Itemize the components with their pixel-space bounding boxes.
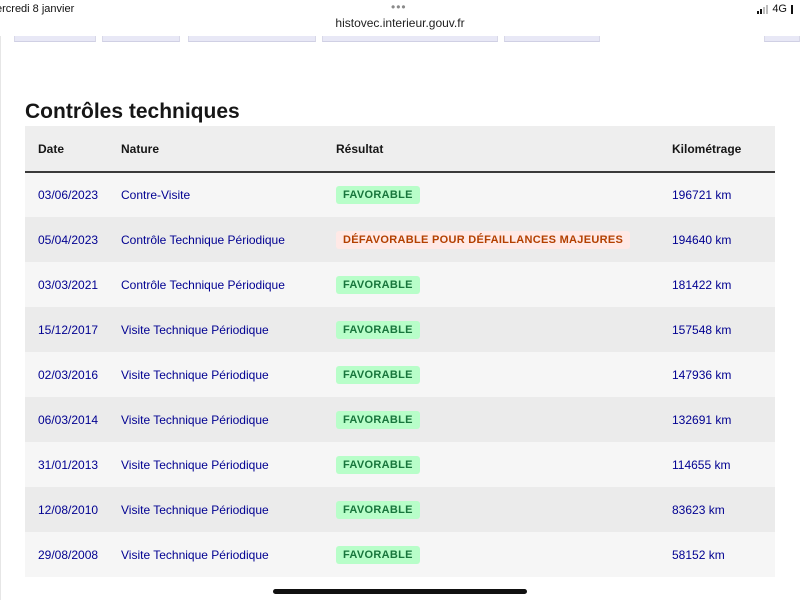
table-row: 31/01/2013 Visite Technique Périodique FAV… bbox=[25, 442, 775, 487]
cell-result: FAVORABLE bbox=[336, 352, 672, 397]
cell-nature: Visite Technique Périodique bbox=[121, 547, 269, 562]
header-date: Date bbox=[25, 126, 121, 173]
controles-techniques-table: Date Nature Résultat Kilométrage 03/06/2… bbox=[25, 126, 775, 577]
cell-date: 29/08/2008 bbox=[38, 547, 99, 562]
header-nature: Nature bbox=[121, 126, 336, 173]
address-bar[interactable]: histovec.interieur.gouv.fr bbox=[0, 16, 800, 36]
home-indicator[interactable] bbox=[273, 589, 527, 594]
tab-fragment[interactable] bbox=[764, 36, 800, 42]
cell-date: 31/01/2013 bbox=[38, 457, 99, 472]
status-indicators: 4G bbox=[757, 3, 796, 15]
cell-nature: Visite Technique Périodique bbox=[121, 412, 269, 427]
cell-date: 06/03/2014 bbox=[38, 412, 99, 427]
cell-result: FAVORABLE bbox=[336, 532, 672, 577]
cell-result: FAVORABLE bbox=[336, 442, 672, 487]
cell-nature: Visite Technique Périodique bbox=[121, 322, 269, 337]
result-badge-favorable: FAVORABLE bbox=[336, 186, 420, 204]
table-row: 03/03/2021 Contrôle Technique Périodique F… bbox=[25, 262, 775, 307]
cell-result: DÉFAVORABLE POUR DÉFAILLANCES MAJEURES bbox=[336, 217, 672, 262]
signal-icon bbox=[757, 4, 769, 14]
tab-strip bbox=[0, 36, 800, 44]
status-date: ercredi 8 janvier bbox=[0, 3, 75, 15]
cell-result: FAVORABLE bbox=[336, 307, 672, 352]
result-badge-favorable: FAVORABLE bbox=[336, 410, 420, 429]
tab-fragment[interactable] bbox=[188, 36, 316, 42]
cell-nature: Visite Technique Périodique bbox=[121, 502, 269, 517]
cell-date: 03/03/2021 bbox=[38, 277, 99, 292]
cell-result: FAVORABLE bbox=[336, 172, 672, 217]
cell-result: FAVORABLE bbox=[336, 487, 672, 532]
table-row: 05/04/2023 Contrôle Technique Périodique D… bbox=[25, 217, 775, 262]
cell-nature: Contre-Visite bbox=[121, 188, 191, 202]
cell-km: 147936 km bbox=[672, 367, 732, 382]
tab-fragment[interactable] bbox=[14, 36, 96, 42]
tab-fragment[interactable] bbox=[102, 36, 180, 42]
cell-km: 83623 km bbox=[672, 502, 725, 517]
cell-km: 196721 km bbox=[672, 188, 732, 202]
header-km: Kilométrage bbox=[672, 126, 775, 173]
header-result: Résultat bbox=[336, 126, 672, 173]
cell-km: 132691 km bbox=[672, 412, 732, 427]
cell-date: 12/08/2010 bbox=[38, 502, 99, 517]
cell-km: 181422 km bbox=[672, 277, 732, 292]
cell-nature: Visite Technique Périodique bbox=[121, 457, 269, 472]
tab-fragment[interactable] bbox=[322, 36, 498, 42]
battery-icon bbox=[791, 4, 796, 14]
cell-result: FAVORABLE bbox=[336, 397, 672, 442]
tab-fragment[interactable] bbox=[504, 36, 600, 42]
result-badge-defavorable: DÉFAVORABLE POUR DÉFAILLANCES MAJEURES bbox=[336, 230, 631, 249]
table-row: 12/08/2010 Visite Technique Périodique FAV… bbox=[25, 487, 775, 532]
table-row: 06/03/2014 Visite Technique Périodique FAV… bbox=[25, 397, 775, 442]
result-badge-favorable: FAVORABLE bbox=[336, 365, 420, 384]
result-badge-favorable: FAVORABLE bbox=[336, 455, 420, 474]
cell-km: 157548 km bbox=[672, 322, 732, 337]
cell-date: 03/06/2023 bbox=[38, 188, 99, 202]
cell-nature: Contrôle Technique Périodique bbox=[121, 232, 285, 247]
table-row: 29/08/2008 Visite Technique Périodique FAV… bbox=[25, 532, 775, 577]
cell-nature: Contrôle Technique Périodique bbox=[121, 277, 285, 292]
table-header-row: Date Nature Résultat Kilométrage bbox=[25, 126, 775, 173]
cell-result: FAVORABLE bbox=[336, 262, 672, 307]
table-row: 15/12/2017 Visite Technique Périodique FAV… bbox=[25, 307, 775, 352]
result-badge-favorable: FAVORABLE bbox=[336, 545, 420, 564]
result-badge-favorable: FAVORABLE bbox=[336, 320, 420, 339]
cell-date: 15/12/2017 bbox=[38, 322, 99, 337]
cell-km: 114655 km bbox=[672, 457, 731, 472]
table-row: 02/03/2016 Visite Technique Périodique FAV… bbox=[25, 352, 775, 397]
address-url: histovec.interieur.gouv.fr bbox=[335, 16, 465, 30]
cell-km: 58152 km bbox=[672, 547, 725, 562]
more-dots-icon[interactable]: ••• bbox=[391, 0, 407, 14]
table-row: 03/06/2023 Contre-Visite FAVORABLE 196721 k… bbox=[25, 172, 775, 217]
result-badge-favorable: FAVORABLE bbox=[336, 500, 420, 519]
cell-date: 02/03/2016 bbox=[38, 367, 99, 382]
page-title: Contrôles techniques bbox=[25, 100, 240, 123]
network-type: 4G bbox=[772, 3, 787, 15]
cell-km: 194640 km bbox=[672, 232, 732, 247]
result-badge-favorable: FAVORABLE bbox=[336, 275, 420, 294]
cell-date: 05/04/2023 bbox=[38, 232, 99, 247]
cell-nature: Visite Technique Périodique bbox=[121, 367, 269, 382]
